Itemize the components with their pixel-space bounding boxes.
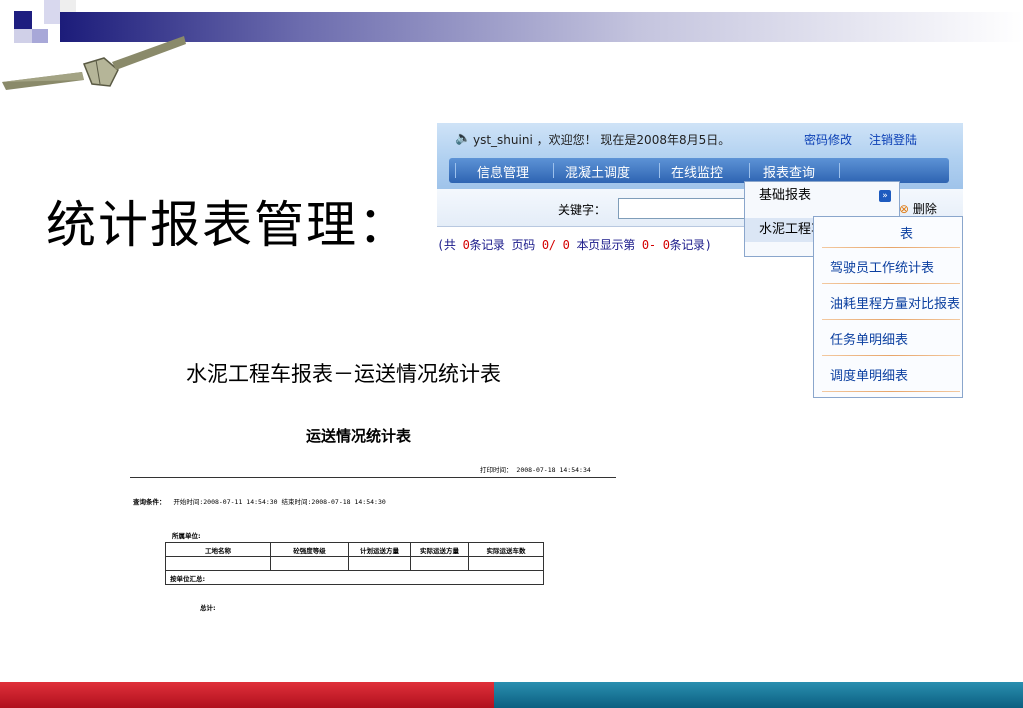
delete-icon: ⊗ xyxy=(899,202,910,216)
nav-separator xyxy=(659,163,660,178)
submenu-item-driver-stats[interactable]: 驾驶员工作统计表 xyxy=(830,257,934,276)
page-number: 0/ 0 xyxy=(541,238,570,252)
report-title: 运送情况统计表 xyxy=(306,427,412,445)
submenu-item-task-details[interactable]: 任务单明细表 xyxy=(830,329,908,348)
keyword-input[interactable] xyxy=(618,198,758,219)
column-header: 实际运送方量 xyxy=(410,542,469,557)
slide-title: 统计报表管理： xyxy=(46,196,410,254)
record-text: 条记录 页码 xyxy=(469,238,542,252)
change-password-link[interactable]: 密码修改 xyxy=(804,131,852,148)
nav-concrete-dispatch[interactable]: 混凝土调度 xyxy=(565,162,630,181)
menu-divider xyxy=(822,247,960,248)
table-row xyxy=(165,556,544,571)
satellite-icon xyxy=(2,36,186,90)
table-cell xyxy=(165,556,271,571)
table-row: 按单位汇总: xyxy=(165,570,544,585)
record-text: 本页显示第 xyxy=(569,238,642,252)
decor-square xyxy=(44,0,60,24)
main-nav: 信息管理 混凝土调度 在线监控 报表查询 xyxy=(449,158,949,183)
nav-separator xyxy=(839,163,840,178)
decor-square xyxy=(14,11,32,29)
welcome-text: yst_shuini ，欢迎您！ 现在是2008年8月5日。 xyxy=(473,133,731,147)
menu-divider xyxy=(822,283,960,284)
nav-separator xyxy=(749,163,750,178)
menu-divider xyxy=(822,355,960,356)
logout-link[interactable]: 注销登陆 xyxy=(869,131,917,148)
column-header: 实际运送车数 xyxy=(468,542,544,557)
slide-subtitle: 水泥工程车报表－运送情况统计表 xyxy=(186,362,501,386)
record-text: (共 xyxy=(437,238,463,252)
print-time: 打印时间： 2008-07-18 14:54:34 xyxy=(480,466,591,474)
footer-bar-teal xyxy=(494,682,1023,708)
submenu-item-dispatch-details[interactable]: 调度单明细表 xyxy=(830,365,908,384)
report-table: 工地名称 砼强度等级 计划运送方量 实际运送方量 实际运送车数 按单位汇总: xyxy=(165,542,544,585)
delete-label: 删除 xyxy=(912,202,937,216)
column-header: 计划运送方量 xyxy=(348,542,411,557)
table-cell xyxy=(468,556,544,571)
total-label: 总计: xyxy=(200,604,216,612)
nav-online-monitor[interactable]: 在线监控 xyxy=(671,162,723,181)
submenu-item-transport-stats[interactable]: 表 xyxy=(900,223,913,242)
delete-button[interactable]: ⊗ 删除 xyxy=(899,200,937,217)
nav-separator xyxy=(455,163,456,178)
nav-info-management[interactable]: 信息管理 xyxy=(477,162,529,181)
subtotal-label: 按单位汇总: xyxy=(165,570,544,585)
cement-truck-submenu: 表 驾驶员工作统计表 油耗里程方量对比报表 任务单明细表 调度单明细表 xyxy=(813,216,963,398)
report-divider xyxy=(130,477,616,478)
query-value: 开始时间:2008-07-11 14:54:30 结束时间:2008-07-18… xyxy=(173,498,386,506)
speaker-icon: 🔈 xyxy=(455,131,472,146)
nav-report-query[interactable]: 报表查询 xyxy=(763,162,815,181)
table-cell xyxy=(410,556,469,571)
nav-separator xyxy=(553,163,554,178)
menu-item-label: 基础报表 xyxy=(759,188,812,203)
menu-divider xyxy=(822,319,960,320)
menu-divider xyxy=(822,391,960,392)
submenu-item-fuel-mileage[interactable]: 油耗里程方量对比报表 xyxy=(830,293,960,312)
table-cell xyxy=(348,556,411,571)
table-cell xyxy=(270,556,349,571)
table-header-row: 工地名称 砼强度等级 计划运送方量 实际运送方量 实际运送车数 xyxy=(165,542,544,557)
footer-bar-red xyxy=(0,682,494,708)
decor-square xyxy=(60,0,76,12)
header-gradient-bar xyxy=(60,12,1023,42)
query-label: 查询条件： xyxy=(133,498,166,506)
column-header: 工地名称 xyxy=(165,542,271,557)
chevron-right-icon: » xyxy=(879,190,891,202)
record-text: 条记录) xyxy=(669,238,712,252)
unit-label: 所属单位: xyxy=(172,532,201,540)
menu-item-basic-reports[interactable]: 基础报表 » xyxy=(745,184,899,208)
record-count: 0 xyxy=(462,238,470,252)
keyword-label: 关键字： xyxy=(558,203,607,217)
column-header: 砼强度等级 xyxy=(270,542,349,557)
app-header: 🔈 yst_shuini ，欢迎您！ 现在是2008年8月5日。 密码修改 注销… xyxy=(437,123,963,189)
query-conditions: 查询条件： 开始时间:2008-07-11 14:54:30 结束时间:2008… xyxy=(133,496,386,506)
record-summary: (共 0条记录 页码 0/ 0 本页显示第 0- 0条记录) xyxy=(437,236,712,253)
record-range: 0- 0 xyxy=(641,238,670,252)
